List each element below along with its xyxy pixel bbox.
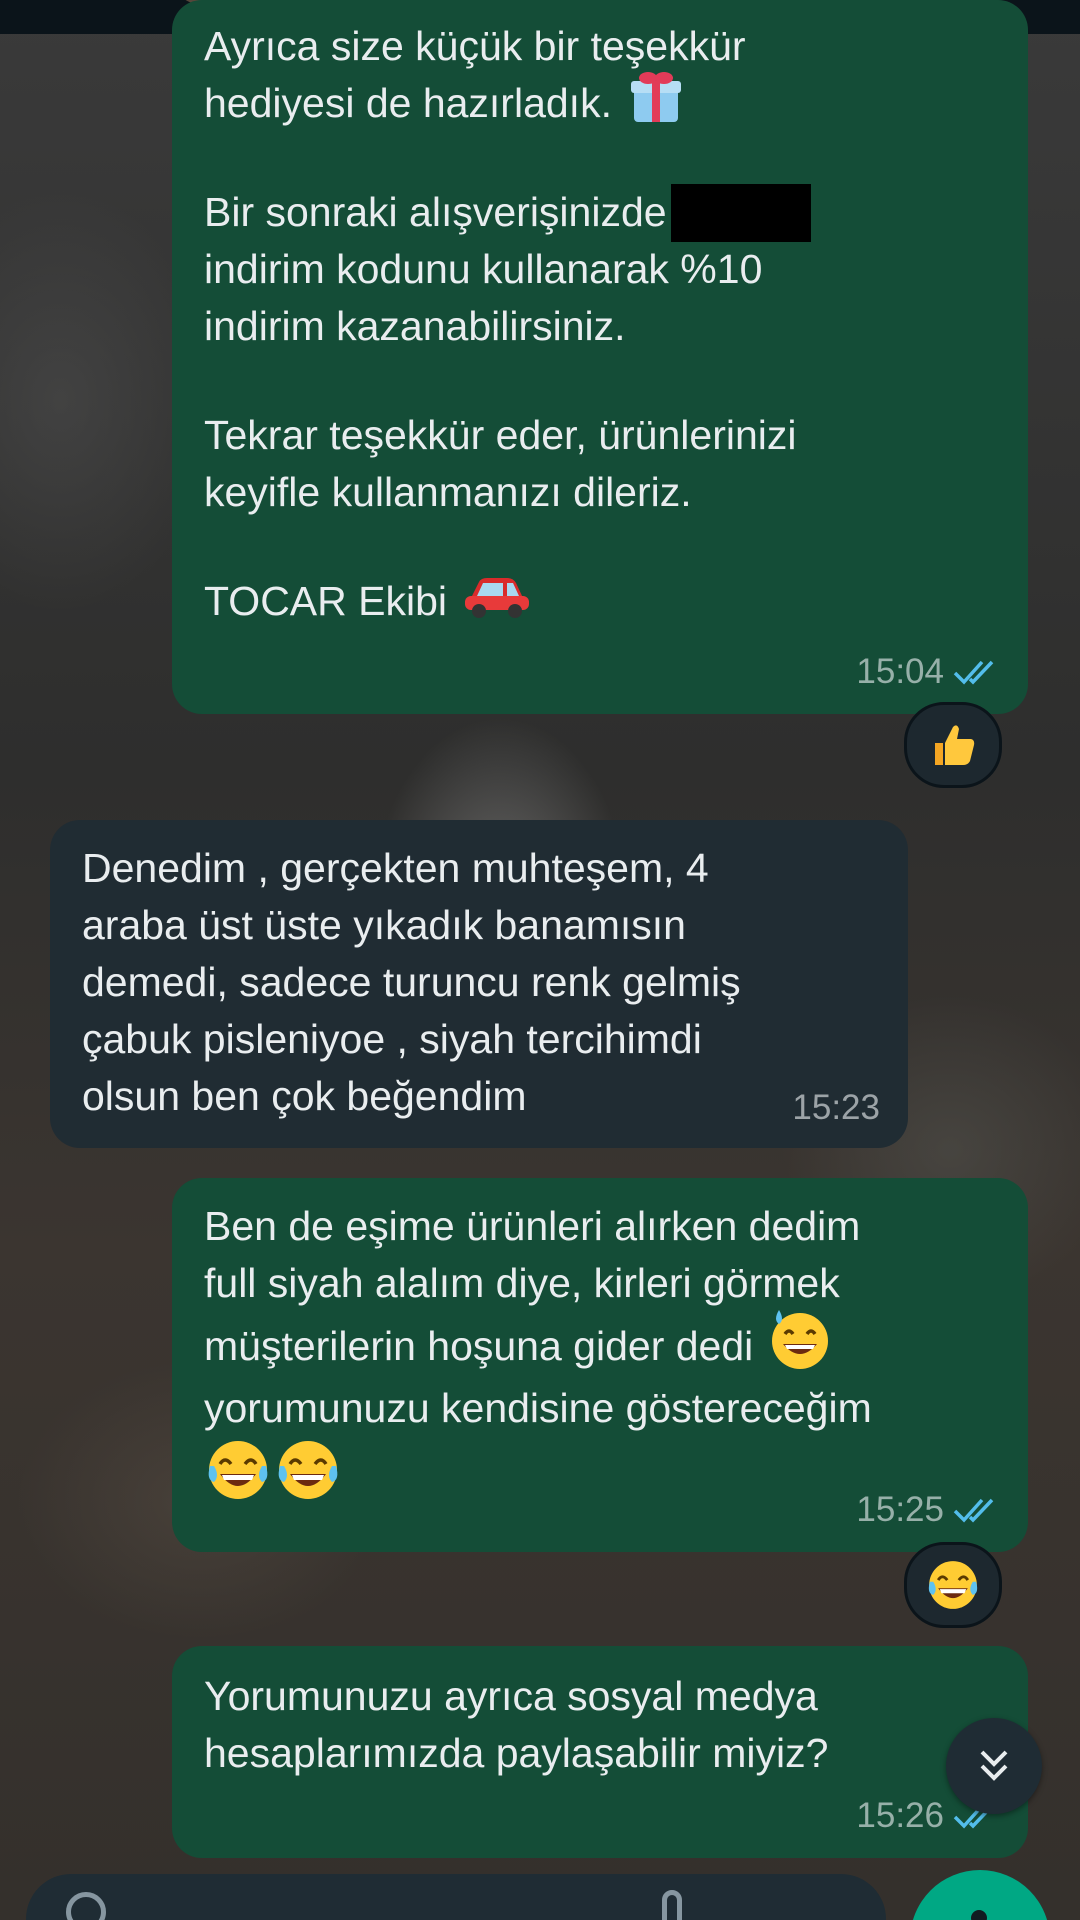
message-line: Yorumunuzu ayrıca sosyal medya (204, 1668, 828, 1725)
message-line: Denedim , gerçekten muhteşem, 4 (82, 840, 741, 897)
message-composer[interactable] (26, 1874, 886, 1920)
message-line: hesaplarımızda paylaşabilir miyiz? (204, 1725, 828, 1782)
message-text: çabuk pisleniyoe , siyah tercihimdi (82, 1016, 702, 1062)
message-line (204, 132, 811, 184)
message-text: demedi, sadece turuncu renk gelmiş (82, 959, 741, 1005)
message-text: Denedim , gerçekten muhteşem, 4 (82, 845, 709, 891)
mic-icon (971, 1910, 987, 1920)
message-line (204, 355, 811, 407)
emoji-icon[interactable] (66, 1892, 106, 1920)
tears-of-joy-emoji (274, 1436, 342, 1519)
message-text: indirim kazanabilirsiniz. (204, 303, 626, 349)
redacted-discount-code (670, 183, 811, 242)
double-check-icon (953, 1498, 994, 1523)
mic-button[interactable] (910, 1870, 1050, 1920)
message-text: Tekrar teşekkür eder, ürünlerinizi (204, 412, 797, 458)
message-line: olsun ben çok beğendim (82, 1068, 741, 1125)
message-line: hediyesi de hazırladık. (204, 72, 811, 132)
message-line: Bir sonraki alışverişinizde (204, 183, 811, 242)
message-time: 15:04 (856, 652, 944, 691)
paperclip-icon[interactable] (662, 1890, 682, 1920)
message-reaction[interactable] (904, 702, 1002, 788)
message-time: 15:26 (856, 1796, 944, 1835)
message-text: Bir sonraki alışverişinizde (204, 189, 667, 235)
message-bubble-outgoing[interactable]: Ben de eşime ürünleri alırken dedim full… (172, 1178, 1028, 1552)
tears-of-joy-emoji (928, 1561, 978, 1609)
message-line: yorumunuzu kendisine göstereceğim (204, 1380, 872, 1437)
message-text: TOCAR Ekibi (204, 578, 448, 624)
message-text: araba üst üste yıkadık banamısın (82, 902, 686, 948)
message-text: Yorumunuzu ayrıca sosyal medya (204, 1673, 818, 1719)
thumbs-up-emoji (935, 725, 975, 765)
message-line: Ayrıca size küçük bir teşekkür (204, 18, 811, 75)
message-bubble-incoming[interactable]: Denedim , gerçekten muhteşem, 4 araba üs… (50, 820, 908, 1148)
message-line: Ben de eşime ürünleri alırken dedim (204, 1198, 872, 1255)
message-line: Tekrar teşekkür eder, ürünlerinizi (204, 407, 811, 464)
message-line: müşterilerin hoşuna gider dedi (204, 1309, 872, 1380)
message-text: hediyesi de hazırladık. (204, 80, 612, 126)
message-line: TOCAR Ekibi (204, 573, 811, 630)
message-text: Ben de eşime ürünleri alırken dedim (204, 1203, 861, 1249)
scroll-to-bottom-button[interactable] (946, 1718, 1042, 1814)
message-line: indirim kodunu kullanarak %10 (204, 241, 811, 298)
message-meta: 15:04 (856, 643, 1002, 700)
message-line: full siyah alalım diye, kirleri görmek (204, 1255, 872, 1312)
message-text: hesaplarımızda paylaşabilir miyiz? (204, 1730, 829, 1776)
message-bubble-outgoing[interactable]: Ayrıca size küçük bir teşekkür hediyesi … (172, 0, 1028, 714)
tears-of-joy-emoji (204, 1436, 272, 1519)
message-meta: 15:25 (856, 1481, 1002, 1538)
message-reaction[interactable] (904, 1542, 1002, 1628)
double-check-icon (953, 660, 994, 685)
message-text: keyifle kullanmanızı dileriz. (204, 469, 692, 515)
message-text: yorumunuzu kendisine göstereceğim (204, 1385, 872, 1431)
gift-emoji (626, 66, 686, 141)
message-bubble-outgoing[interactable]: Yorumunuzu ayrıca sosyal medya hesapları… (172, 1646, 1028, 1858)
chat-screen: Ayrıca size küçük bir teşekkür hediyesi … (0, 0, 1080, 1920)
message-line: araba üst üste yıkadık banamısın (82, 897, 741, 954)
message-line (204, 521, 811, 573)
car-emoji (461, 568, 533, 635)
message-time: 15:23 (792, 1088, 880, 1127)
message-text: müşterilerin hoşuna gider dedi (204, 1322, 754, 1369)
message-line: indirim kazanabilirsiniz. (204, 298, 811, 355)
sweat-smile-emoji (767, 1306, 833, 1387)
message-text: full siyah alalım diye, kirleri görmek (204, 1260, 840, 1306)
message-text: indirim kodunu kullanarak %10 (204, 246, 763, 292)
message-line: demedi, sadece turuncu renk gelmiş (82, 954, 741, 1011)
message-meta: 15:23 (792, 1079, 880, 1136)
message-line (204, 1437, 872, 1517)
message-time: 15:25 (856, 1490, 944, 1529)
message-text: olsun ben çok beğendim (82, 1073, 527, 1119)
message-line: çabuk pisleniyoe , siyah tercihimdi (82, 1011, 741, 1068)
double-chevron-down-icon (980, 1750, 1008, 1781)
message-line: keyifle kullanmanızı dileriz. (204, 464, 811, 521)
